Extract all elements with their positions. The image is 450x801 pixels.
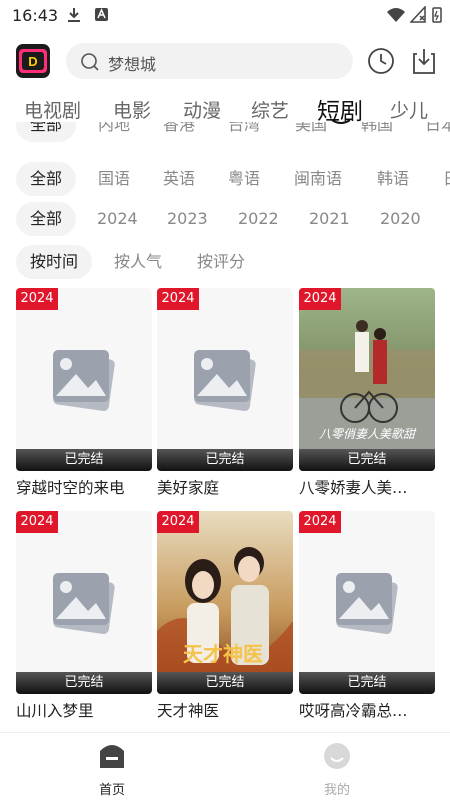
filter-chip[interactable]: 内地: [98, 122, 130, 142]
search-icon: [81, 53, 99, 71]
tab-anime[interactable]: 动漫: [183, 96, 221, 123]
year-badge: 2024: [16, 288, 58, 310]
home-icon: [100, 745, 124, 768]
image-placeholder-icon: [194, 350, 256, 411]
nav-profile-label: 我的: [323, 783, 350, 798]
status-label: 已完结: [299, 449, 435, 471]
language-filter-row: 全部 国语 英语 粤语 闽南语 韩语 日语: [0, 162, 450, 196]
filter-chip[interactable]: 全部: [16, 122, 77, 142]
filter-chip[interactable]: 2020: [380, 202, 421, 236]
sort-chip[interactable]: 按人气: [114, 245, 162, 279]
filter-chip[interactable]: 韩国: [361, 122, 393, 142]
filter-chip[interactable]: 日语: [443, 162, 450, 196]
status-label: 已完结: [16, 672, 152, 694]
filter-chip[interactable]: 2021: [309, 202, 350, 236]
nav-home[interactable]: 首页: [82, 741, 142, 798]
card-title: 美好家庭: [157, 479, 220, 497]
filter-chip[interactable]: 全部: [16, 202, 77, 236]
download-icon[interactable]: [409, 46, 439, 76]
search-bar[interactable]: 梦想城: [66, 43, 353, 79]
filter-chip[interactable]: 国语: [98, 162, 130, 196]
app-logo[interactable]: D: [16, 44, 50, 78]
poster-artwork: 天才神医: [157, 511, 293, 694]
image-placeholder-icon: [53, 573, 115, 634]
sort-chip[interactable]: 按时间: [16, 245, 93, 279]
filter-chip[interactable]: 台湾: [228, 122, 260, 142]
tab-tv-series[interactable]: 电视剧: [24, 96, 81, 123]
year-filter-row: 全部 2024 2023 2022 2021 2020: [0, 202, 450, 236]
year-badge: 2024: [157, 288, 199, 310]
poster-image: 八零俏妻人美歌甜 2024 已完结: [299, 288, 435, 471]
image-placeholder-icon: [53, 350, 115, 411]
nav-home-label: 首页: [98, 783, 125, 798]
filter-chip[interactable]: 粤语: [228, 162, 260, 196]
search-input[interactable]: 梦想城: [108, 51, 156, 75]
bottom-nav: 首页 我的: [0, 732, 450, 801]
filter-chip[interactable]: 香港: [163, 122, 195, 142]
tab-movies[interactable]: 电影: [113, 96, 151, 123]
filter-chip[interactable]: 全部: [16, 162, 77, 196]
card-title: 天才神医: [157, 702, 220, 720]
tab-variety[interactable]: 综艺: [251, 96, 289, 123]
filter-chip[interactable]: 日本: [425, 122, 450, 142]
image-placeholder-icon: [336, 573, 398, 634]
signal-icon: [410, 6, 426, 23]
poster-title-text: 天才神医: [183, 642, 263, 666]
poster-artwork: 八零俏妻人美歌甜: [299, 288, 435, 471]
year-badge: 2024: [16, 511, 58, 533]
filter-chip[interactable]: 2022: [238, 202, 279, 236]
status-label: 已完结: [16, 449, 152, 471]
svg-text:D: D: [28, 54, 37, 69]
filter-chip[interactable]: 韩语: [377, 162, 409, 196]
poster-title-text: 八零俏妻人美歌甜: [319, 427, 417, 441]
region-filter-row: 全部 内地 香港 台湾 美国 韩国 日本: [0, 122, 450, 150]
poster-placeholder: 2024 已完结: [16, 511, 152, 694]
filter-chip[interactable]: 2024: [97, 202, 138, 236]
filter-chip[interactable]: 美国: [295, 122, 327, 142]
status-time: 16:43: [12, 6, 59, 25]
sort-chip[interactable]: 按评分: [197, 245, 245, 279]
battery-icon: [432, 7, 442, 23]
sort-filter-row: 按时间 按人气 按评分: [0, 245, 450, 279]
status-label: 已完结: [299, 672, 435, 694]
filter-chip[interactable]: 闽南语: [294, 162, 342, 196]
history-icon[interactable]: [366, 46, 396, 76]
poster-placeholder: 2024 已完结: [299, 511, 435, 694]
filter-chip[interactable]: 2023: [167, 202, 208, 236]
card-title: 山川入梦里: [16, 702, 94, 720]
year-badge: 2024: [299, 288, 341, 310]
status-label: 已完结: [157, 449, 293, 471]
year-badge: 2024: [157, 511, 199, 533]
poster-placeholder: 2024 已完结: [16, 288, 152, 471]
wifi-icon: [387, 8, 405, 22]
card-title: 八零娇妻人美…: [299, 479, 408, 497]
status-label: 已完结: [157, 672, 293, 694]
tab-kids[interactable]: 少儿: [390, 96, 428, 123]
year-badge: 2024: [299, 511, 341, 533]
download-status-icon: [68, 8, 80, 22]
filter-chip[interactable]: 英语: [163, 162, 195, 196]
poster-image: 天才神医 2024 已完结: [157, 511, 293, 694]
card-title: 穿越时空的来电: [16, 479, 125, 497]
poster-placeholder: 2024 已完结: [157, 288, 293, 471]
app-notification-icon: [95, 8, 108, 21]
profile-icon: [324, 743, 350, 769]
status-bar: 16:43: [0, 0, 450, 32]
card-title: 哎呀高冷霸总…: [299, 702, 408, 720]
nav-profile[interactable]: 我的: [307, 741, 367, 798]
